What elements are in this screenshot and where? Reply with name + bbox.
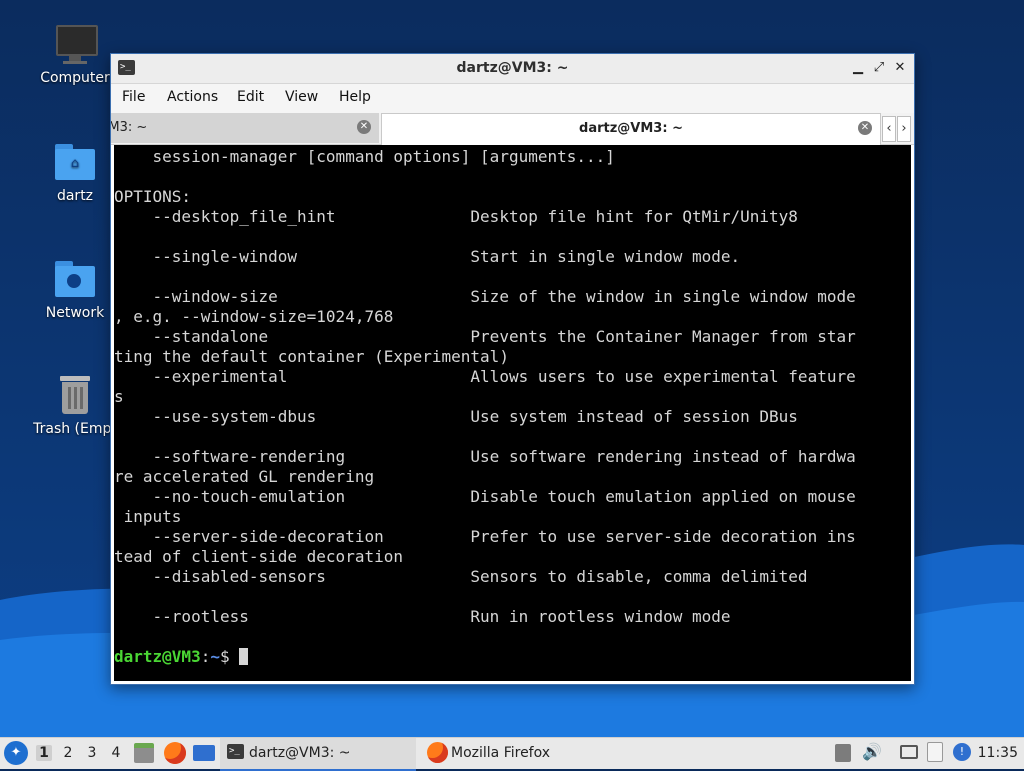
menu-edit[interactable]: Edit [237, 89, 264, 105]
taskbar: ✦ 1 2 3 4 >_ dartz@VM3: ~ Mozilla Firefo… [0, 737, 1024, 771]
display-icon[interactable] [900, 745, 918, 759]
terminal-line: --single-window Start in single window m… [114, 247, 741, 266]
network-folder-icon [53, 257, 97, 301]
menu-help[interactable]: Help [339, 89, 371, 105]
terminal-icon: >_ [227, 744, 244, 759]
desktop-icon-label: dartz [56, 188, 94, 204]
menu-view[interactable]: View [285, 89, 318, 105]
volume-icon[interactable]: 🔊 [862, 742, 882, 762]
tab-scroll-left-icon[interactable]: ‹ [882, 116, 896, 142]
menu-actions[interactable]: Actions [167, 89, 218, 105]
task-terminal[interactable]: >_ dartz@VM3: ~ [220, 738, 416, 771]
workspace-3[interactable]: 3 [84, 745, 100, 761]
home-folder-icon: ⌂ [53, 140, 97, 184]
task-label: dartz@VM3: ~ [249, 745, 351, 761]
tab-close-icon[interactable]: ✕ [357, 120, 371, 134]
shell-prompt[interactable]: dartz@VM3:~$ [114, 647, 856, 667]
clipboard-icon[interactable] [927, 742, 943, 762]
title-bar[interactable]: >_ dartz@VM3: ~ ▁ ⤢ ✕ [111, 54, 914, 84]
workspace-4[interactable]: 4 [108, 745, 124, 761]
terminal-line: OPTIONS: [114, 187, 192, 206]
terminal-line: inputs [114, 507, 182, 526]
show-desktop-icon[interactable] [193, 745, 215, 761]
task-label: Mozilla Firefox [451, 745, 551, 761]
terminal-line: --software-rendering Use software render… [114, 447, 856, 466]
terminal-line: s [114, 387, 124, 406]
tab-bar: dartz@VM3: ~ ✕ dartz@VM3: ~ ✕ ‹ › [111, 113, 914, 145]
prompt-user-host: dartz@VM3 [114, 647, 201, 666]
tab-label: dartz@VM3: ~ [111, 120, 148, 135]
terminal-line: --use-system-dbus Use system instead of … [114, 407, 798, 426]
clock[interactable]: 11:35 [978, 745, 1018, 761]
window-title: dartz@VM3: ~ [456, 60, 569, 76]
minimize-button[interactable]: ▁ [850, 60, 866, 76]
desktop-icon-trash[interactable]: Trash (Empt [29, 373, 121, 437]
terminal-line: --no-touch-emulation Disable touch emula… [114, 487, 856, 506]
tab-inactive[interactable]: dartz@VM3: ~ ✕ [111, 113, 379, 143]
terminal-line: --standalone Prevents the Container Mana… [114, 327, 856, 346]
maximize-button[interactable]: ⤢ [871, 60, 887, 76]
terminal-window[interactable]: >_ dartz@VM3: ~ ▁ ⤢ ✕ File Actions Edit … [110, 53, 915, 685]
updates-icon[interactable] [835, 744, 851, 762]
tab-active[interactable]: dartz@VM3: ~ ✕ [381, 113, 881, 145]
menu-file[interactable]: File [122, 89, 145, 105]
trash-icon [53, 373, 97, 417]
prompt-symbol: $ [219, 647, 240, 666]
menu-bar: File Actions Edit View Help [111, 84, 914, 113]
terminal-line: , e.g. --window-size=1024,768 [114, 307, 394, 326]
workspace-1[interactable]: 1 [36, 745, 52, 761]
desktop-icon-computer[interactable]: Computer [29, 22, 121, 86]
terminal-line: session-manager [command options] [argum… [114, 147, 615, 166]
terminal-line: --rootless Run in rootless window mode [114, 607, 731, 626]
desktop-icon-label: Computer [40, 70, 110, 86]
terminal-line: --window-size Size of the window in sing… [114, 287, 856, 306]
terminal-line: --disabled-sensors Sensors to disable, c… [114, 567, 808, 586]
desktop-icon-label: Network [45, 305, 105, 321]
file-manager-launcher-icon[interactable] [134, 743, 154, 763]
tab-close-icon[interactable]: ✕ [858, 121, 872, 135]
firefox-launcher-icon[interactable] [164, 742, 186, 764]
desktop-icon-label: Trash (Empt [33, 421, 117, 437]
workspace-2[interactable]: 2 [60, 745, 76, 761]
tab-scroll-right-icon[interactable]: › [897, 116, 911, 142]
close-button[interactable]: ✕ [892, 60, 908, 76]
terminal-line: ting the default container (Experimental… [114, 347, 509, 366]
text-cursor [239, 648, 249, 665]
app-menu-icon[interactable]: ✦ [4, 741, 28, 765]
terminal-line: tead of client-side decoration [114, 547, 403, 566]
terminal-line: --experimental Allows users to use exper… [114, 367, 856, 386]
monitor-icon [53, 22, 98, 66]
prompt-path: ~ [210, 647, 220, 666]
terminal-output[interactable]: session-manager [command options] [argum… [114, 145, 911, 681]
tab-label: dartz@VM3: ~ [579, 121, 683, 136]
notification-icon[interactable]: ! [953, 743, 971, 761]
terminal-line: re accelerated GL rendering [114, 467, 375, 486]
desktop-icon-network[interactable]: Network [29, 257, 121, 321]
prompt-separator: : [200, 647, 211, 666]
terminal-line: --desktop_file_hint Desktop file hint fo… [114, 207, 798, 226]
desktop-icon-home[interactable]: ⌂ dartz [29, 140, 121, 204]
terminal-line: --server-side-decoration Prefer to use s… [114, 527, 856, 546]
task-firefox[interactable]: Mozilla Firefox [420, 738, 620, 769]
firefox-icon [427, 742, 448, 763]
